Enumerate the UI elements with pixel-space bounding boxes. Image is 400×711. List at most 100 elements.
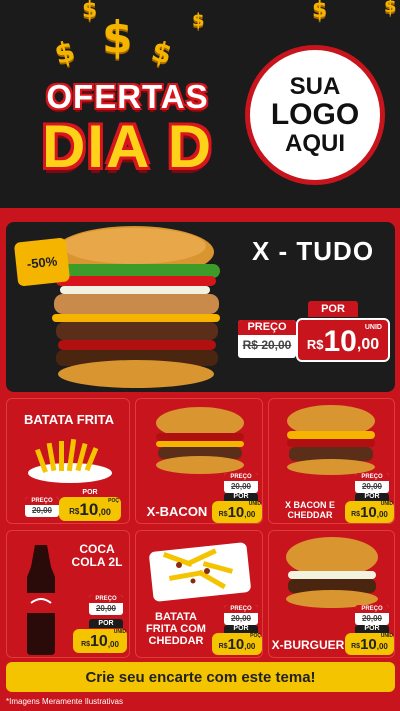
unit-label: UNID bbox=[380, 633, 393, 639]
currency: R$ bbox=[351, 511, 361, 518]
product-card-x-burguer[interactable]: PREÇO 20,00 POR X-BURGUER R$ 10 ,00 UNID bbox=[268, 530, 395, 658]
featured-product-name: X - TUDO bbox=[251, 236, 375, 266]
logo-line-3: AQUI bbox=[285, 129, 345, 157]
unit-label: UNID bbox=[380, 501, 393, 507]
dollar-coin-icon: $ bbox=[82, 0, 98, 23]
price-integer: 10 bbox=[79, 500, 99, 519]
old-price-box: PREÇO 20,00 bbox=[355, 473, 389, 493]
dollar-coin-icon: $ bbox=[148, 34, 176, 71]
price-decimal: ,00 bbox=[244, 510, 256, 519]
product-card-x-bacon-cheddar[interactable]: PREÇO 20,00 POR X BACON E CHEDDAR R$ 10 … bbox=[268, 398, 395, 524]
cta-text: Crie seu encarte com este tema! bbox=[85, 668, 316, 686]
header: $ $ $ $ $ $ $ OFERTAS DIA D SUA LOGO AQU… bbox=[0, 0, 400, 218]
old-price: 20,00 bbox=[95, 604, 117, 613]
dollar-coin-icon: $ bbox=[102, 12, 133, 63]
currency: R$ bbox=[218, 511, 228, 518]
disclaimer: *Imagens Meramente Ilustrativas bbox=[6, 697, 123, 706]
preco-label: PREÇO bbox=[238, 320, 296, 335]
unit-label: POÇ bbox=[250, 633, 261, 639]
burger-image bbox=[286, 537, 378, 608]
fries-image bbox=[28, 438, 112, 483]
price-decimal: ,00 bbox=[107, 640, 119, 649]
product-name: X-BACON bbox=[146, 504, 208, 519]
price-decimal: ,00 bbox=[98, 507, 111, 517]
title-dia-d: DIA D bbox=[41, 113, 214, 180]
price-decimal: ,00 bbox=[376, 642, 388, 651]
product-card-coca-cola[interactable]: COCA COLA 2L PREÇO 20,00 POR R$ 10 ,00 U… bbox=[6, 530, 130, 658]
price-integer: 10 bbox=[360, 504, 377, 521]
old-price: 20,00 bbox=[230, 614, 252, 623]
product-name: X BACON E CHEDDAR bbox=[284, 500, 335, 520]
preco-label: PREÇO bbox=[355, 473, 389, 481]
por-label: POR bbox=[224, 493, 258, 501]
product-name: COCA COLA 2L bbox=[71, 542, 123, 570]
price-integer: 10 bbox=[90, 633, 108, 650]
dollar-coin-icon: $ bbox=[51, 34, 79, 71]
preco-label: PREÇO bbox=[25, 497, 59, 505]
product-card-batata-frita[interactable]: BATATA FRITA PREÇO 20,00 POR R$ 10 ,00 P… bbox=[6, 398, 130, 524]
discount-badge: -50% bbox=[13, 237, 71, 287]
price-integer: 10 bbox=[323, 325, 357, 358]
price-box: R$ 10 ,00 UNID bbox=[345, 501, 394, 523]
old-price: 20,00 bbox=[361, 614, 383, 623]
preco-label: PREÇO bbox=[355, 605, 389, 613]
fries-cheddar-image bbox=[149, 542, 251, 602]
cta-banner[interactable]: Crie seu encarte com este tema! bbox=[6, 662, 395, 692]
unit-label: UNID bbox=[248, 501, 261, 507]
product-name: BATATA FRITA COM CHEDDAR bbox=[146, 611, 206, 648]
unit-label: UNID bbox=[113, 629, 126, 635]
product-name: X-BURGUER bbox=[271, 638, 345, 652]
product-name: BATATA FRITA bbox=[23, 412, 114, 427]
old-price-box: PREÇO R$ 20,00 bbox=[238, 320, 296, 358]
currency: R$ bbox=[306, 337, 324, 352]
price-box: R$ 10 ,00 POÇ bbox=[212, 633, 262, 655]
old-price: R$ 20,00 bbox=[242, 338, 292, 352]
featured-product[interactable]: -50% X - TUDO POR PREÇO R$ 20,00 R$ 10 ,… bbox=[6, 222, 395, 392]
product-card-batata-cheddar[interactable]: BATATA FRITA COM CHEDDAR PREÇO 20,00 POR… bbox=[135, 530, 263, 658]
dollar-coin-icon: $ bbox=[312, 0, 328, 23]
price-box: R$ 10 ,00 UNID bbox=[345, 633, 394, 655]
price-box: R$ 10 ,00 UNID bbox=[212, 501, 262, 523]
price-integer: 10 bbox=[360, 636, 377, 653]
old-price-box: PREÇO 20,00 bbox=[224, 605, 258, 625]
por-label: POR bbox=[355, 625, 389, 633]
logo-line-2: LOGO bbox=[270, 98, 360, 132]
old-price: 20,00 bbox=[230, 482, 252, 491]
price-integer: 10 bbox=[227, 504, 245, 521]
price-decimal: ,00 bbox=[244, 642, 256, 651]
unit-label: POÇ bbox=[108, 498, 119, 504]
preco-label: PREÇO bbox=[224, 605, 258, 613]
por-label: POR bbox=[224, 625, 258, 633]
dollar-coin-icon: $ bbox=[384, 0, 397, 17]
currency: R$ bbox=[69, 507, 80, 516]
por-label: POR bbox=[308, 301, 358, 317]
logo-line-1: SUA bbox=[289, 73, 341, 101]
old-price: 20,00 bbox=[361, 482, 383, 491]
old-price-box: PREÇO 20,00 bbox=[355, 605, 389, 625]
price-decimal: ,00 bbox=[356, 336, 380, 353]
logo-placeholder: SUA LOGO AQUI bbox=[245, 45, 385, 185]
currency: R$ bbox=[351, 643, 361, 650]
preco-label: PREÇO bbox=[224, 473, 258, 481]
offers-title: $ $ $ OFERTAS DIA D bbox=[20, 12, 235, 205]
price-decimal: ,00 bbox=[376, 510, 388, 519]
por-label: POR bbox=[89, 619, 123, 628]
preco-label: PREÇO bbox=[89, 595, 123, 603]
soda-bottle-image bbox=[27, 535, 55, 655]
currency: R$ bbox=[218, 643, 228, 650]
burger-image bbox=[287, 405, 375, 475]
currency: R$ bbox=[81, 641, 91, 648]
price-box: R$ 10 ,00 UNID bbox=[296, 318, 390, 362]
old-price-box: PREÇO 20,00 bbox=[89, 595, 123, 615]
old-price-box: PREÇO 20,00 bbox=[224, 473, 258, 493]
old-price-box: PREÇO 20,00 bbox=[25, 497, 59, 517]
product-card-x-bacon[interactable]: PREÇO 20,00 POR X-BACON R$ 10 ,00 UNID bbox=[135, 398, 263, 524]
price-box: R$ 10 ,00 POÇ bbox=[59, 497, 121, 521]
burger-image bbox=[156, 407, 244, 474]
price-integer: 10 bbox=[227, 636, 245, 653]
old-price: 20,00 bbox=[31, 506, 53, 515]
por-label: POR bbox=[355, 493, 389, 501]
dollar-coin-icon: $ bbox=[192, 10, 205, 31]
unit-label: UNID bbox=[364, 324, 382, 331]
price-box: R$ 10 ,00 UNID bbox=[73, 629, 127, 653]
